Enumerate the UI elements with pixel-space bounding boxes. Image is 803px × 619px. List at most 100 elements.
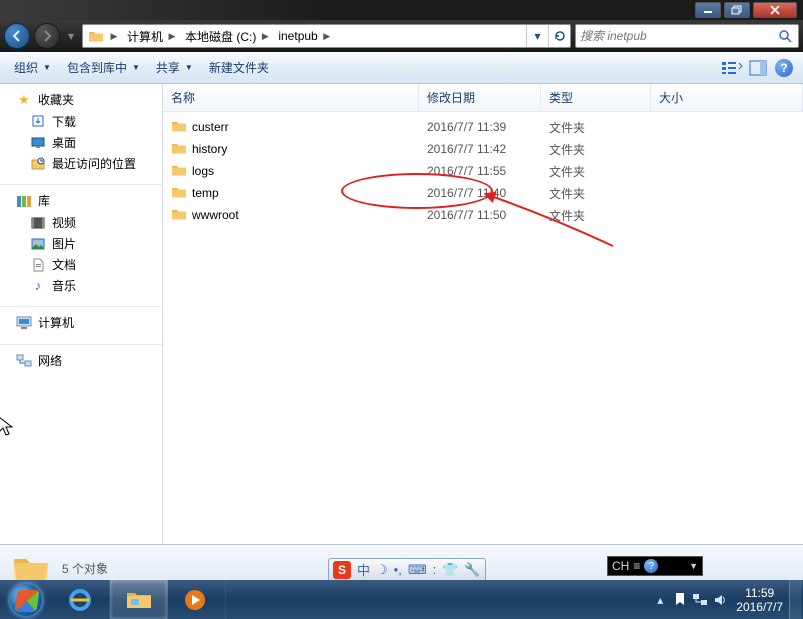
taskbar-ie[interactable] [52,580,110,619]
sidebar-item-downloads[interactable]: 下载 [0,111,162,132]
clock[interactable]: 11:59 2016/7/7 [730,586,789,614]
sidebar-item-desktop[interactable]: 桌面 [0,132,162,153]
address-dropdown[interactable]: ▾ [526,25,548,47]
ime-tools-icon[interactable]: 🔧 [464,562,480,578]
chevron-right-icon[interactable]: ▶ [258,25,272,47]
file-type: 文件夹 [541,207,651,224]
column-date-modified[interactable]: 修改日期 [419,84,541,111]
folder-icon [171,185,187,201]
help-icon: ? [775,59,793,77]
help-button[interactable]: ? [771,56,797,80]
volume-icon[interactable] [710,590,730,610]
navigation-bar: ▾ ▶ 计算机 ▶ 本地磁盘 (C:) ▶ inetpub ▶ ▾ [0,20,803,52]
menu-icon[interactable]: ≡ [633,559,640,573]
file-row-custerr[interactable]: custerr2016/7/7 11:39文件夹 [163,116,803,138]
ime-moon-icon[interactable]: ☽ [376,562,388,578]
taskbar: CH ≡ ? ▼ ▴ 11:59 2016/7/7 [0,580,803,619]
taskbar-wmp[interactable] [168,580,226,619]
chevron-down-icon: ▼ [185,63,193,72]
sidebar-item-pictures[interactable]: 图片 [0,233,162,254]
restore-button[interactable] [724,2,750,18]
sidebar-item-computer[interactable]: 计算机 [0,311,162,334]
change-view-button[interactable] [719,56,745,80]
breadcrumb-computer[interactable]: 计算机 [121,25,165,47]
favorites-header[interactable]: ★ 收藏夹 [0,88,162,111]
desktop-icon [30,135,46,151]
file-date: 2016/7/7 11:42 [419,142,541,156]
column-size[interactable]: 大小 [651,84,803,111]
breadcrumb-root-sep[interactable]: ▶ [107,25,121,47]
file-row-logs[interactable]: logs2016/7/7 11:55文件夹 [163,160,803,182]
clock-time: 11:59 [736,586,783,600]
chevron-down-icon: ▼ [132,63,140,72]
pictures-icon [30,236,46,252]
sidebar-item-network[interactable]: 网络 [0,349,162,372]
chevron-down-icon[interactable]: ▼ [689,561,698,571]
show-desktop-button[interactable] [789,580,801,619]
sogou-logo-icon[interactable]: S [333,561,351,579]
window-controls [695,2,797,18]
organize-button[interactable]: 组织▼ [6,56,59,80]
new-folder-button[interactable]: 新建文件夹 [201,56,277,80]
ime-skin-icon[interactable]: 👕 [442,562,458,578]
show-hidden-icons[interactable]: ▴ [650,593,670,607]
ime-softkeyboard-icon[interactable]: ⌨ [408,562,427,578]
taskbar-explorer[interactable] [110,580,168,619]
file-date: 2016/7/7 11:50 [419,208,541,222]
favorites-group: ★ 收藏夹 下载 桌面 最近访问的位置 [0,84,162,185]
file-row-history[interactable]: history2016/7/7 11:42文件夹 [163,138,803,160]
include-label: 包含到库中 [67,59,127,76]
file-name: custerr [192,120,229,134]
breadcrumb-disk-c[interactable]: 本地磁盘 (C:) [179,25,258,47]
refresh-button[interactable] [548,25,570,47]
folder-icon [171,119,187,135]
file-name: wwwroot [192,208,239,222]
chevron-right-icon[interactable]: ▶ [320,25,334,47]
sidebar-item-recent[interactable]: 最近访问的位置 [0,153,162,174]
language-bar[interactable]: CH ≡ ? ▼ [607,556,703,576]
address-bar[interactable]: ▶ 计算机 ▶ 本地磁盘 (C:) ▶ inetpub ▶ ▾ [82,24,571,48]
minimize-button[interactable] [695,2,721,18]
file-type: 文件夹 [541,141,651,158]
breadcrumb-inetpub[interactable]: inetpub [272,25,319,47]
back-button[interactable] [4,23,30,49]
preview-pane-button[interactable] [745,56,771,80]
video-icon [30,215,46,231]
ime-punct-icon[interactable]: •, [394,562,402,577]
network-icon [16,353,32,369]
action-center-icon[interactable] [670,590,690,610]
chevron-right-icon[interactable]: ▶ [165,25,179,47]
libraries-icon [16,193,32,209]
file-date: 2016/7/7 11:40 [419,186,541,200]
search-icon[interactable] [776,27,794,45]
sidebar-item-videos[interactable]: 视频 [0,212,162,233]
file-date: 2016/7/7 11:55 [419,164,541,178]
column-type[interactable]: 类型 [541,84,651,111]
main-area: ★ 收藏夹 下载 桌面 最近访问的位置 库 视频 [0,84,803,544]
start-button[interactable] [0,580,52,619]
forward-button[interactable] [34,23,60,49]
breadcrumb: 计算机 ▶ 本地磁盘 (C:) ▶ inetpub ▶ [121,25,526,47]
documents-label: 文档 [52,256,76,273]
file-row-wwwroot[interactable]: wwwroot 2016/7/7 11:50文件夹 [163,204,803,226]
search-input[interactable] [580,29,776,43]
ime-lang-toggle[interactable]: 中 [357,560,370,579]
folder-icon [85,25,107,47]
sidebar-item-documents[interactable]: 文档 [0,254,162,275]
include-in-library-button[interactable]: 包含到库中 ▼ [59,56,148,80]
network-group: 网络 [0,345,162,382]
share-with-button[interactable]: 共享 ▼ [148,56,201,80]
column-name[interactable]: 名称 [163,84,419,111]
search-box[interactable] [575,24,799,48]
close-button[interactable] [753,2,797,18]
file-row-temp[interactable]: temp2016/7/7 11:40文件夹 [163,182,803,204]
sidebar-item-music[interactable]: ♪ 音乐 [0,275,162,296]
file-type: 文件夹 [541,119,651,136]
libraries-header[interactable]: 库 [0,189,162,212]
share-label: 共享 [156,59,180,76]
ime-bar[interactable]: S 中 ☽ •, ⌨ : 👕 🔧 [328,558,486,580]
help-icon[interactable]: ? [644,559,658,573]
recent-pages-dropdown[interactable]: ▾ [64,25,78,47]
network-tray-icon[interactable] [690,590,710,610]
command-bar: 组织▼ 包含到库中 ▼ 共享 ▼ 新建文件夹 ? [0,52,803,84]
